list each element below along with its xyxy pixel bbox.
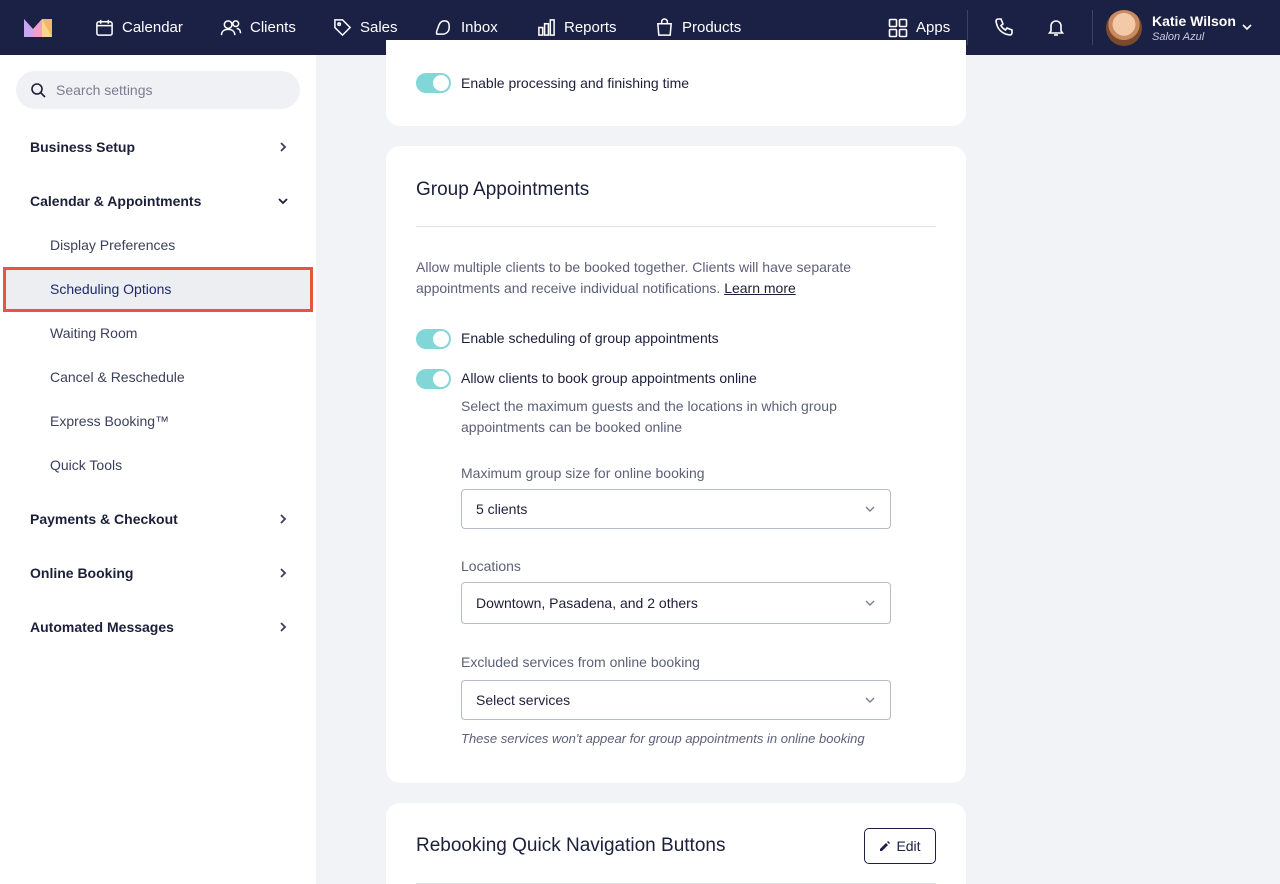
user-menu[interactable]: Katie Wilson Salon Azul — [1106, 10, 1236, 46]
sidebar-item-cancel-reschedule[interactable]: Cancel & Reschedule — [50, 367, 185, 387]
group-description: Allow multiple clients to be booked toge… — [416, 257, 886, 299]
apps-grid-icon — [888, 18, 908, 37]
nav-apps-label: Apps — [916, 19, 951, 36]
notifications-button[interactable] — [1043, 14, 1069, 40]
calendar-icon — [96, 19, 113, 36]
sidebar-section-label: Business Setup — [30, 139, 136, 155]
card-title: Group Appointments — [416, 179, 590, 200]
chevron-right-icon — [280, 568, 287, 578]
divider — [416, 226, 936, 227]
chevron-down-icon — [865, 506, 875, 512]
pencil-icon — [880, 841, 891, 851]
search-input[interactable] — [56, 82, 276, 98]
card-title: Rebooking Quick Navigation Buttons — [416, 835, 726, 856]
chevron-down-icon — [278, 198, 288, 205]
sidebar-section-business-setup[interactable]: Business Setup — [30, 135, 290, 159]
locations-select[interactable]: Downtown, Pasadena, and 2 others — [461, 582, 891, 624]
sidebar-section-online-booking[interactable]: Online Booking — [30, 561, 290, 585]
mindbody-logo[interactable] — [24, 17, 54, 37]
sidebar-section-label: Payments & Checkout — [30, 511, 178, 527]
search-icon — [31, 83, 46, 98]
nav-clients-label: Clients — [250, 19, 296, 36]
online-booking-help: Select the maximum guests and the locati… — [461, 398, 837, 435]
chevron-down-icon[interactable] — [1240, 20, 1254, 34]
clients-icon — [220, 20, 242, 36]
sidebar-item-quick-tools[interactable]: Quick Tools — [50, 455, 122, 475]
inbox-icon — [435, 20, 450, 35]
excluded-services-select[interactable]: Select services — [461, 680, 891, 720]
nav-reports-label: Reports — [564, 19, 617, 36]
nav-products-label: Products — [682, 19, 742, 36]
chevron-down-icon — [865, 697, 875, 703]
settings-sidebar: Business Setup Calendar & Appointments D… — [0, 55, 316, 884]
chevron-right-icon — [280, 142, 287, 152]
excluded-services-hint: These services won't appear for group ap… — [461, 731, 865, 746]
nav-calendar-label: Calendar — [122, 19, 183, 36]
nav-clients[interactable]: Clients — [220, 0, 296, 55]
enable-group-scheduling-label: Enable scheduling of group appointments — [461, 330, 719, 346]
user-name: Katie Wilson — [1152, 12, 1236, 29]
sidebar-section-automated-messages[interactable]: Automated Messages — [30, 615, 290, 639]
reports-icon — [538, 19, 555, 36]
chevron-down-icon — [865, 600, 875, 606]
avatar — [1106, 10, 1142, 46]
max-group-size-select[interactable]: 5 clients — [461, 489, 891, 529]
sidebar-item-waiting-room[interactable]: Waiting Room — [50, 323, 137, 343]
tag-icon — [334, 19, 352, 37]
allow-online-group-booking-label: Allow clients to book group appointments… — [461, 370, 757, 386]
sidebar-item-express-booking[interactable]: Express Booking™ — [50, 411, 169, 431]
sidebar-item-display-preferences[interactable]: Display Preferences — [50, 235, 175, 255]
allow-online-group-booking-toggle[interactable] — [416, 369, 451, 389]
group-appointments-card: Group Appointments Allow multiple client… — [386, 146, 966, 783]
chevron-right-icon — [280, 514, 287, 524]
sidebar-section-payments-checkout[interactable]: Payments & Checkout — [30, 507, 290, 531]
excluded-services-label: Excluded services from online booking — [461, 654, 700, 670]
nav-inbox-label: Inbox — [461, 19, 498, 36]
sidebar-section-label: Online Booking — [30, 565, 134, 581]
edit-button[interactable]: Edit — [864, 828, 936, 864]
max-group-size-label: Maximum group size for online booking — [461, 465, 705, 481]
processing-time-card: Enable processing and finishing time — [386, 40, 966, 126]
sidebar-section-label: Automated Messages — [30, 619, 174, 635]
phone-button[interactable] — [991, 14, 1017, 40]
edit-button-label: Edit — [896, 838, 921, 854]
nav-divider — [1092, 10, 1093, 45]
sidebar-section-label: Calendar & Appointments — [30, 193, 202, 209]
sidebar-section-calendar-appointments[interactable]: Calendar & Appointments — [30, 189, 290, 213]
nav-sales-label: Sales — [360, 19, 398, 36]
bell-icon — [1047, 20, 1065, 36]
processing-time-label: Enable processing and finishing time — [461, 75, 690, 91]
excluded-services-placeholder: Select services — [476, 692, 571, 708]
processing-time-toggle[interactable] — [416, 73, 451, 93]
chevron-right-icon — [280, 622, 287, 632]
max-group-size-value: 5 clients — [476, 501, 528, 517]
learn-more-link[interactable]: Learn more — [724, 280, 796, 296]
locations-label: Locations — [461, 558, 521, 574]
search-box[interactable] — [16, 71, 300, 109]
rebooking-card: Rebooking Quick Navigation Buttons Edit — [386, 803, 966, 884]
business-name: Salon Azul — [1152, 30, 1205, 43]
phone-icon — [995, 18, 1013, 36]
enable-group-scheduling-toggle[interactable] — [416, 329, 451, 349]
locations-value: Downtown, Pasadena, and 2 others — [476, 595, 698, 611]
bag-icon — [657, 18, 672, 36]
sidebar-item-scheduling-options[interactable]: Scheduling Options — [50, 279, 171, 299]
nav-divider — [967, 10, 968, 45]
nav-calendar[interactable]: Calendar — [95, 0, 183, 55]
